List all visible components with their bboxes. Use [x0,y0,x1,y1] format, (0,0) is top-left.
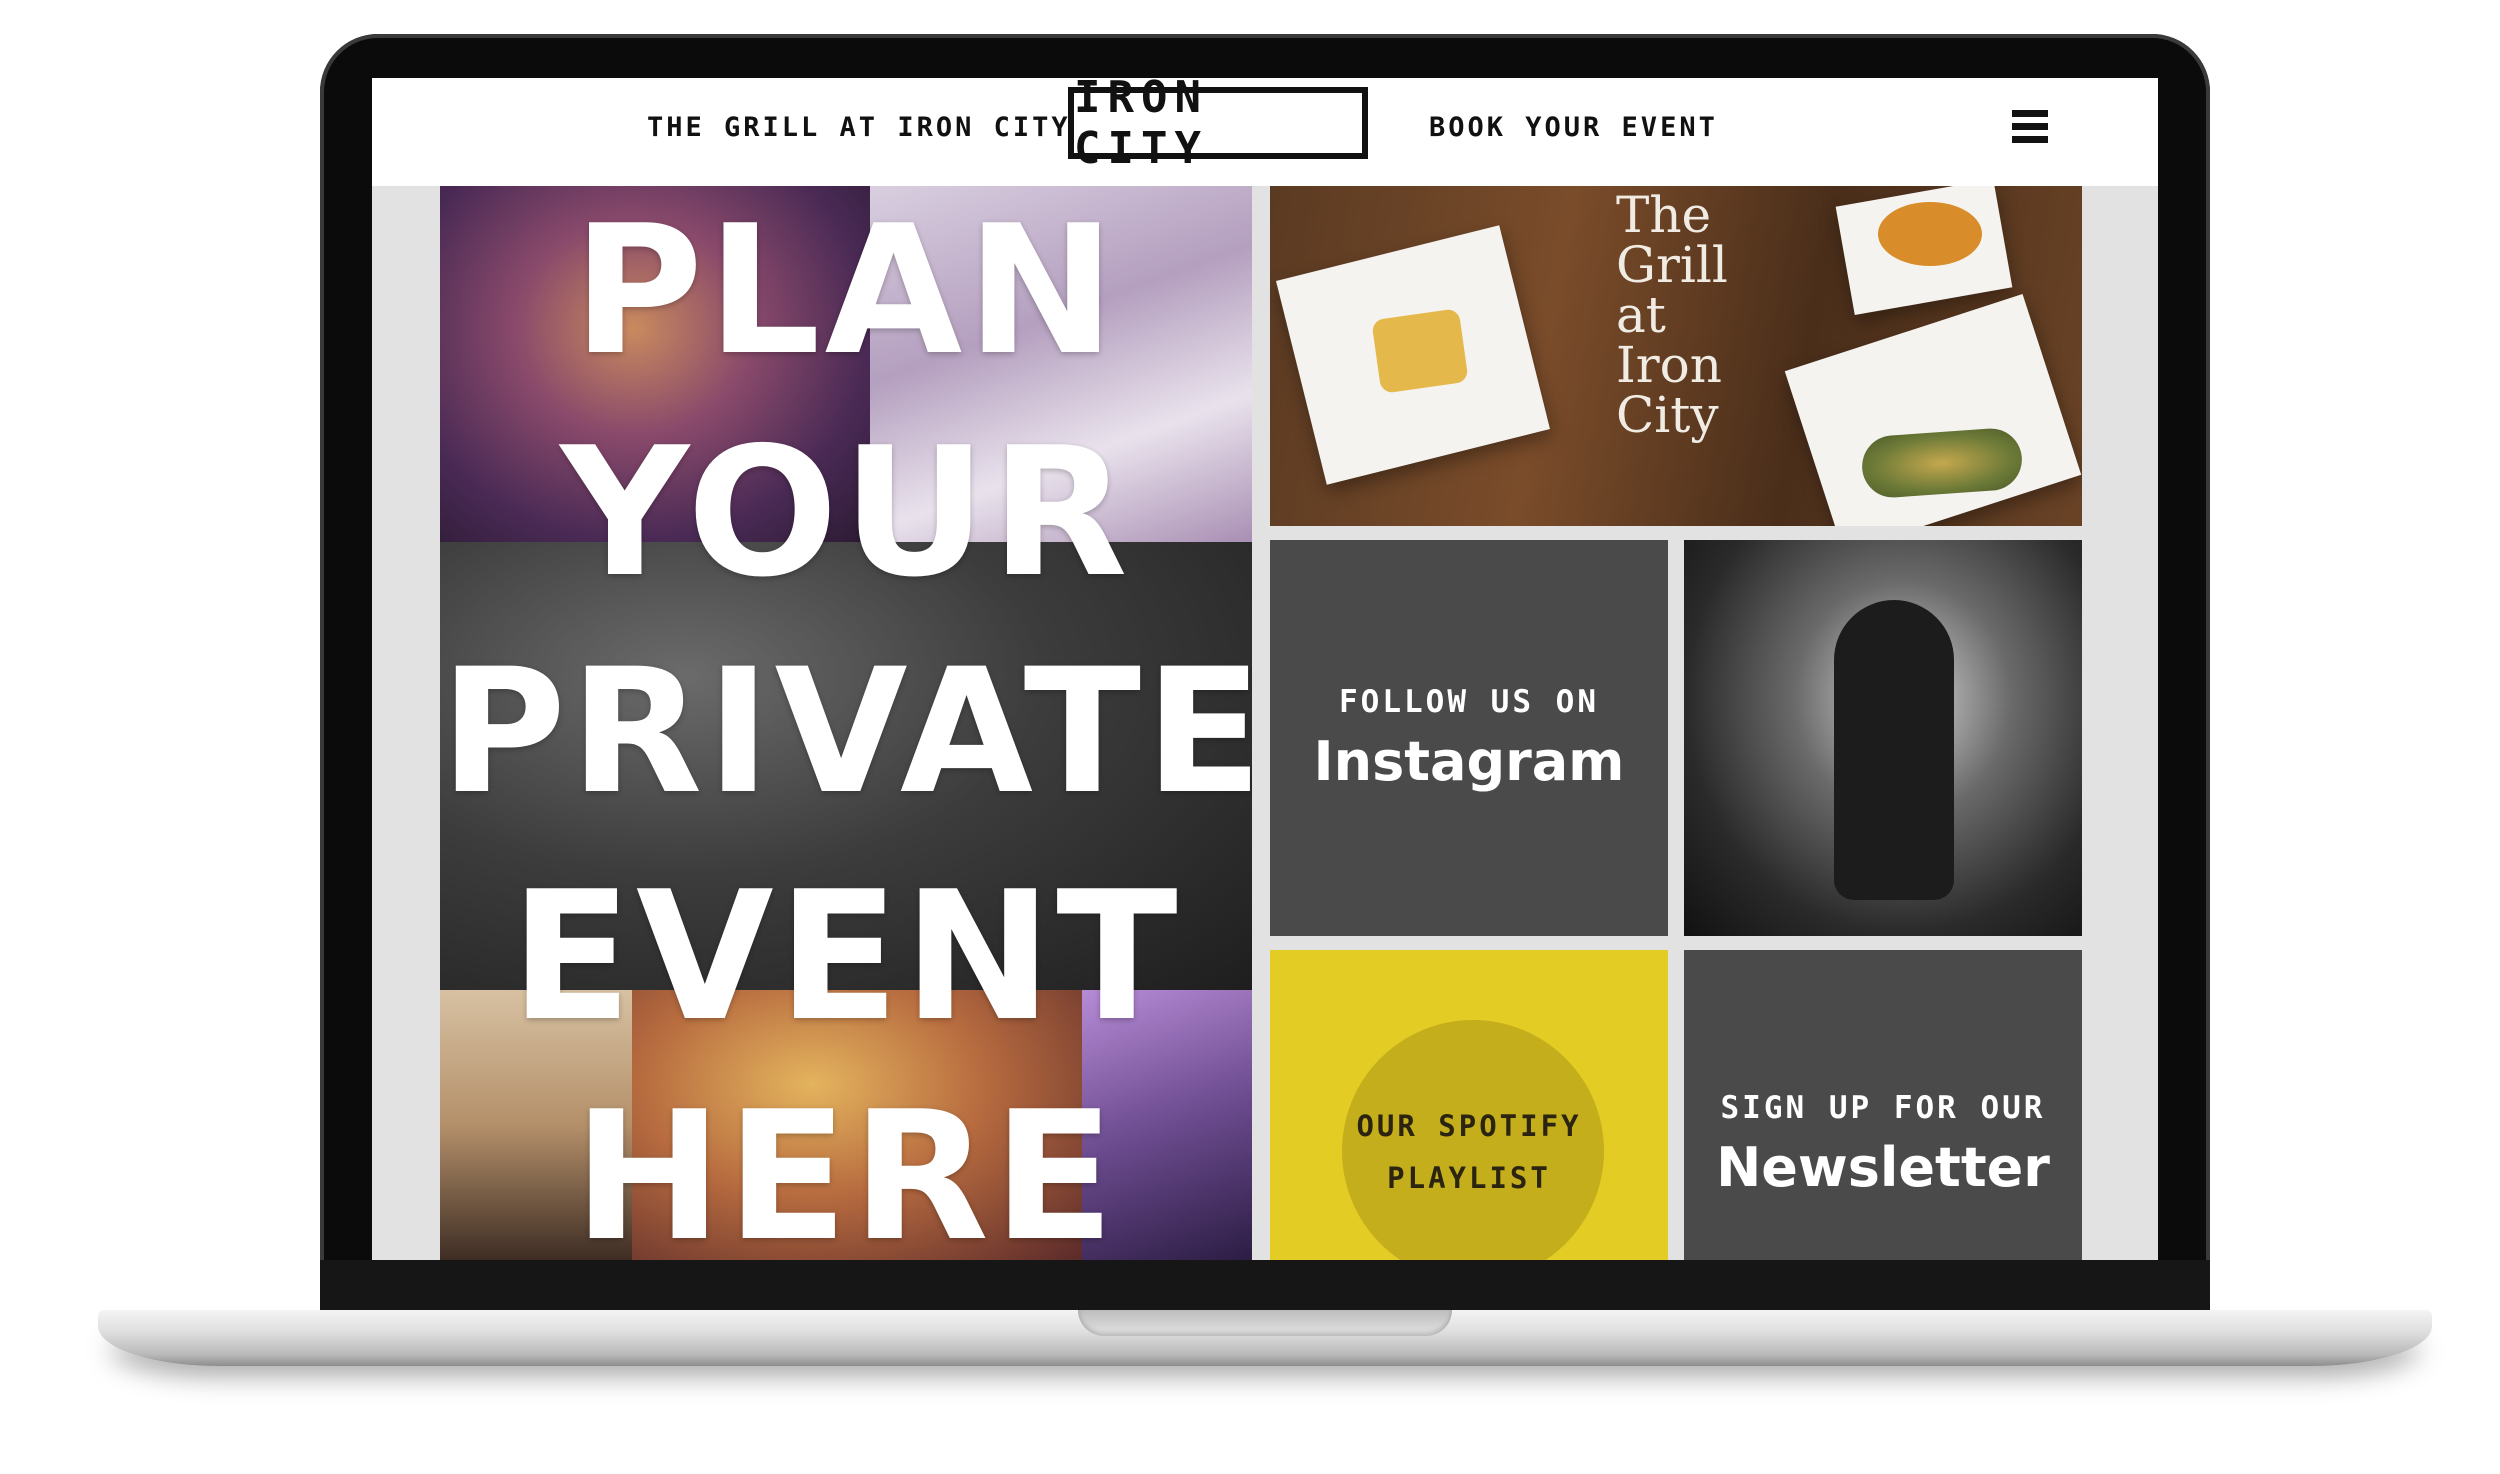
grill-caption: The Grill at Iron City [1616,186,1728,444]
hero-line: EVENT [510,853,1182,1060]
site-header: THE GRILL AT IRON CITY IRON CITY BOOK YO… [372,78,2158,186]
nav-link-book-event[interactable]: BOOK YOUR EVENT [1429,112,1718,143]
biscuit [1371,308,1469,394]
spotify-text: OUR SPOTIFY PLAYLIST [1356,1109,1582,1195]
instagram-small-text: FOLLOW US ON [1339,684,1599,720]
nav-link-grill[interactable]: THE GRILL AT IRON CITY [647,112,1071,143]
spotify-playlist-tile[interactable]: OUR SPOTIFY PLAYLIST [1270,950,1668,1260]
hero-line: PRIVATE [440,631,1252,832]
newsletter-small-text: SIGN UP FOR OUR [1720,1090,2046,1126]
grill-food-tile[interactable]: The Grill at Iron City [1270,186,2082,526]
site-logo[interactable]: IRON CITY [1068,78,1368,174]
salad [1860,426,2024,500]
laptop-mockup: THE GRILL AT IRON CITY IRON CITY BOOK YO… [0,0,2500,1474]
instagram-tile[interactable]: FOLLOW US ON Instagram [1270,540,1668,936]
newsletter-tile[interactable]: SIGN UP FOR OUR Newsletter [1684,950,2082,1260]
website-screen: THE GRILL AT IRON CITY IRON CITY BOOK YO… [372,78,2158,1260]
performer-silhouette [1834,600,1954,900]
hero-line: PLAN [572,187,1120,394]
instagram-big-text: Instagram [1313,730,1625,793]
hero-tile-plan-event[interactable]: PLAN YOUR PRIVATE EVENT HERE [440,186,1252,1260]
newsletter-big-text: Newsletter [1716,1136,2050,1199]
concert-photo-tile[interactable] [1684,540,2082,936]
logo-text: IRON CITY [1074,78,1208,174]
hero-line: YOUR [560,409,1132,616]
hero-line: HERE [573,1073,1119,1261]
hamburger-menu-icon[interactable] [2012,110,2048,144]
laptop-notch [1078,1310,1452,1336]
creme-brulee [1878,202,1982,266]
